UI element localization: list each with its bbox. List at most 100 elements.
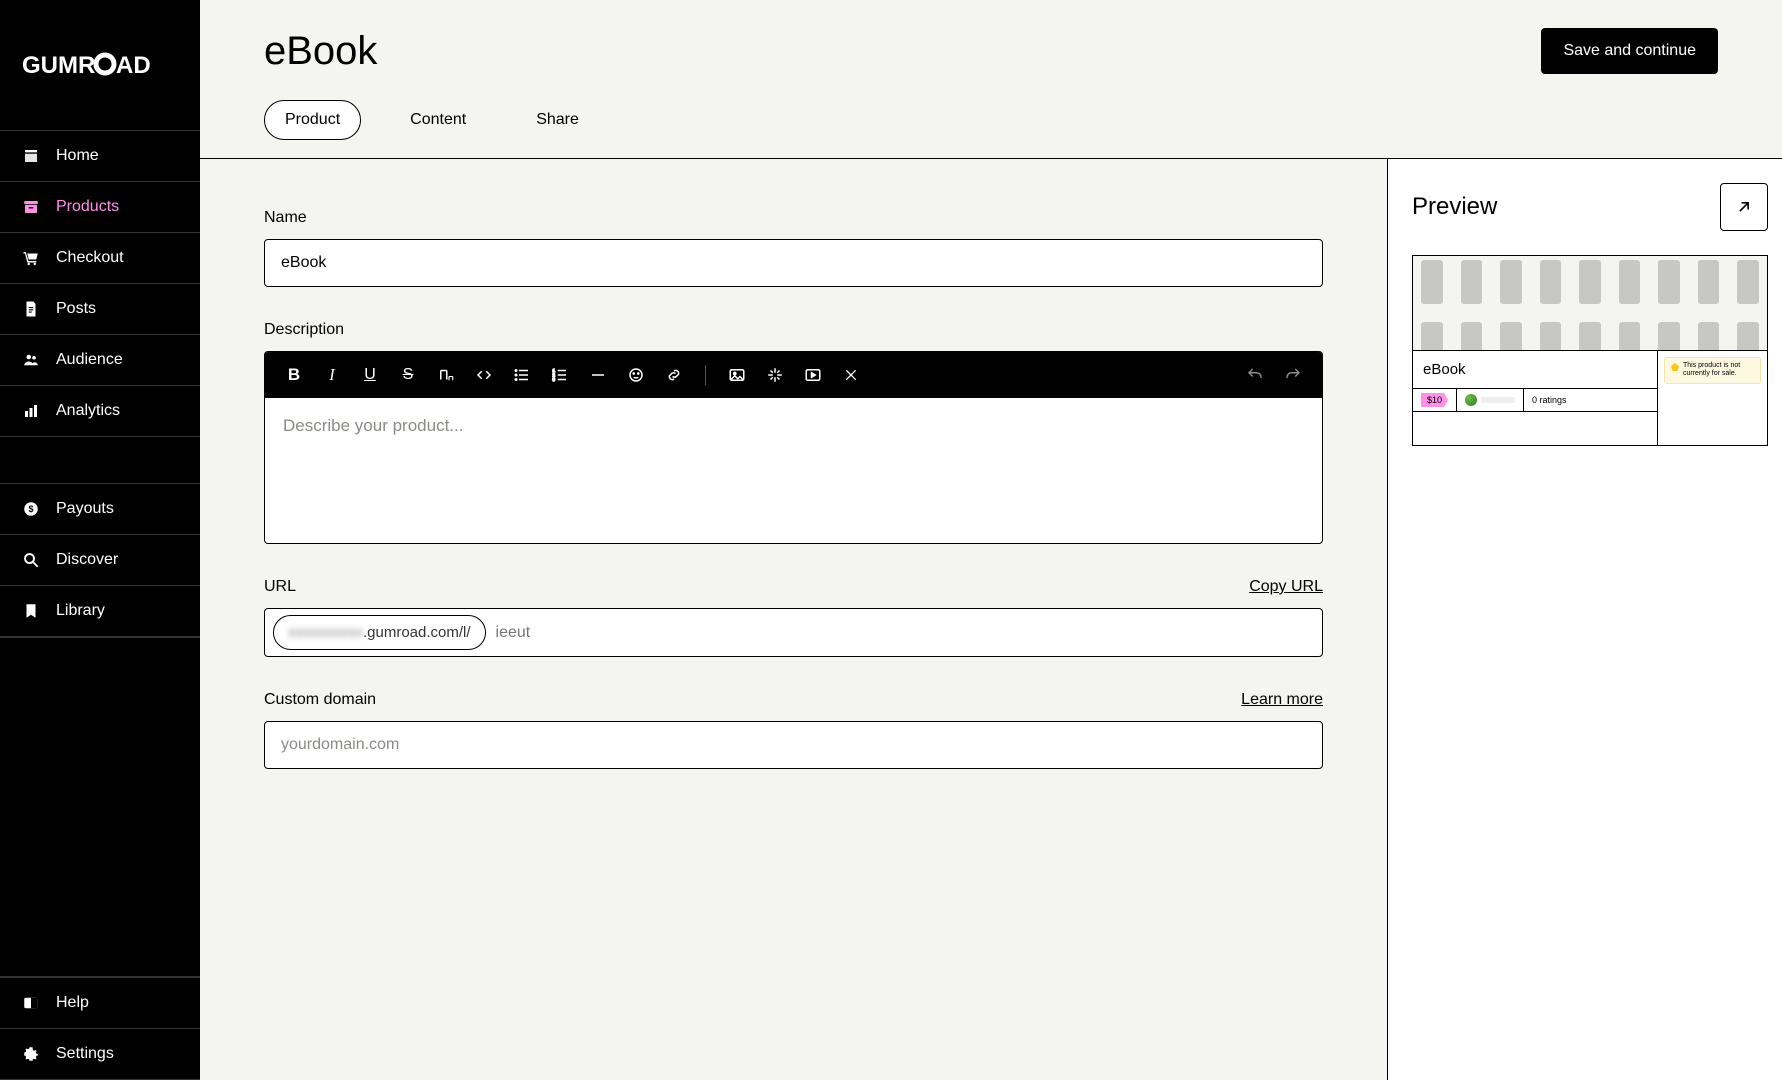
- svg-text:GUMR: GUMR: [22, 52, 95, 79]
- custom-domain-label: Custom domain: [264, 691, 376, 709]
- sidebar-item-label: Help: [56, 994, 89, 1012]
- url-input[interactable]: xxxxxxxxxx.gumroad.com/l/: [264, 608, 1323, 657]
- sidebar-item-discover[interactable]: Discover: [0, 535, 200, 586]
- toolbar-separator: [705, 365, 706, 385]
- form-column: Name Description B I U S: [200, 159, 1387, 1080]
- tab-share[interactable]: Share: [515, 100, 600, 140]
- url-slug-input[interactable]: [496, 624, 1314, 642]
- sidebar-item-label: Library: [56, 602, 105, 620]
- sidebar-item-products[interactable]: Products: [0, 182, 200, 233]
- sidebar-item-payouts[interactable]: $ Payouts: [0, 484, 200, 535]
- preview-column: Preview eBook: [1387, 159, 1782, 1080]
- sidebar-item-settings[interactable]: Settings: [0, 1029, 200, 1079]
- code-icon[interactable]: [473, 364, 495, 386]
- preview-blank: [1413, 411, 1657, 445]
- field-description: Description B I U S 123: [264, 321, 1323, 544]
- tabs: Product Content Share: [264, 100, 1718, 140]
- sidebar-item-label: Settings: [56, 1045, 114, 1063]
- field-url: URL Copy URL xxxxxxxxxx.gumroad.com/l/: [264, 578, 1323, 657]
- strikethrough-icon[interactable]: S: [397, 364, 419, 386]
- cart-icon: [22, 249, 40, 267]
- page-title: eBook: [264, 29, 377, 74]
- sidebar-item-label: Checkout: [56, 249, 124, 267]
- sidebar-item-help[interactable]: Help: [0, 977, 200, 1029]
- dollar-icon: $: [22, 500, 40, 518]
- header: eBook Save and continue Product Content …: [200, 0, 1782, 158]
- learn-more-link[interactable]: Learn more: [1241, 691, 1323, 709]
- video-icon[interactable]: [802, 364, 824, 386]
- custom-domain-input[interactable]: [264, 721, 1323, 769]
- rich-text-editor: B I U S 123: [264, 351, 1323, 544]
- sidebar-item-audience[interactable]: Audience: [0, 335, 200, 386]
- sidebar-group-secondary: $ Payouts Discover Library: [0, 483, 200, 637]
- sidebar-group-footer: Help Settings: [0, 976, 200, 1080]
- svg-text:3: 3: [553, 377, 556, 382]
- copy-url-link[interactable]: Copy URL: [1249, 578, 1323, 596]
- sidebar-item-label: Audience: [56, 351, 123, 369]
- field-name: Name: [264, 209, 1323, 287]
- preview-cover-placeholder: [1413, 256, 1767, 350]
- redo-icon[interactable]: [1282, 364, 1304, 386]
- preview-author-cell: [1457, 389, 1524, 411]
- description-label: Description: [264, 321, 344, 339]
- save-and-continue-button[interactable]: Save and continue: [1541, 28, 1718, 74]
- undo-icon[interactable]: [1244, 364, 1266, 386]
- sidebar-item-label: Posts: [56, 300, 96, 318]
- sidebar-item-label: Discover: [56, 551, 118, 569]
- field-custom-domain: Custom domain Learn more: [264, 691, 1323, 769]
- search-icon: [22, 551, 40, 569]
- file-icon: [22, 300, 40, 318]
- preview-card: eBook $10 0 ratings: [1412, 255, 1768, 446]
- sidebar-group-main: Home Products Checkout Posts Audience An…: [0, 130, 200, 437]
- preview-product-title: eBook: [1413, 351, 1657, 388]
- name-label: Name: [264, 209, 307, 227]
- brand-wordmark: GUMR AD: [22, 51, 172, 79]
- preview-notice: This product is not currently for sale.: [1664, 357, 1761, 384]
- description-input[interactable]: Describe your product...: [265, 398, 1322, 543]
- sidebar-item-posts[interactable]: Posts: [0, 284, 200, 335]
- avatar-icon: [1465, 394, 1477, 406]
- url-label: URL: [264, 578, 296, 596]
- tab-content[interactable]: Content: [389, 100, 487, 140]
- bullet-list-icon[interactable]: [511, 364, 533, 386]
- italic-icon[interactable]: I: [321, 364, 343, 386]
- underline-icon[interactable]: U: [359, 364, 381, 386]
- url-domain-pill: xxxxxxxxxx.gumroad.com/l/: [273, 615, 486, 650]
- preview-ratings-cell: 0 ratings: [1524, 389, 1657, 411]
- sidebar-item-library[interactable]: Library: [0, 586, 200, 636]
- chart-icon: [22, 402, 40, 420]
- sidebar: GUMR AD Home Products Checkout Posts Aud…: [0, 0, 200, 1080]
- people-icon: [22, 351, 40, 369]
- bold-icon[interactable]: B: [283, 364, 305, 386]
- archive-icon: [22, 198, 40, 216]
- editor-toolbar: B I U S 123: [265, 352, 1322, 398]
- sidebar-item-label: Analytics: [56, 402, 120, 420]
- open-external-icon: [1734, 197, 1754, 217]
- x-twitter-icon[interactable]: [840, 364, 862, 386]
- warning-icon: [1671, 363, 1679, 371]
- sparkle-icon[interactable]: [764, 364, 786, 386]
- preview-price-tag: $10: [1421, 393, 1448, 407]
- tab-product[interactable]: Product: [264, 100, 361, 140]
- name-input[interactable]: [264, 239, 1323, 287]
- sidebar-item-label: Home: [56, 147, 99, 165]
- sidebar-item-checkout[interactable]: Checkout: [0, 233, 200, 284]
- logo: GUMR AD: [0, 0, 200, 130]
- sidebar-item-home[interactable]: Home: [0, 131, 200, 182]
- hr-icon[interactable]: [587, 364, 609, 386]
- help-icon: [22, 994, 40, 1012]
- ordered-list-icon[interactable]: 123: [549, 364, 571, 386]
- heading-icon[interactable]: [435, 364, 457, 386]
- sidebar-item-label: Payouts: [56, 500, 114, 518]
- main: eBook Save and continue Product Content …: [200, 0, 1782, 1080]
- open-preview-button[interactable]: [1720, 183, 1768, 231]
- quote-icon[interactable]: [625, 364, 647, 386]
- preview-side: This product is not currently for sale.: [1657, 351, 1767, 445]
- image-icon[interactable]: [726, 364, 748, 386]
- sidebar-item-analytics[interactable]: Analytics: [0, 386, 200, 436]
- preview-price-cell: $10: [1413, 389, 1457, 411]
- sidebar-item-label: Products: [56, 198, 119, 216]
- link-icon[interactable]: [663, 364, 685, 386]
- svg-text:$: $: [28, 504, 33, 514]
- svg-text:AD: AD: [116, 52, 151, 79]
